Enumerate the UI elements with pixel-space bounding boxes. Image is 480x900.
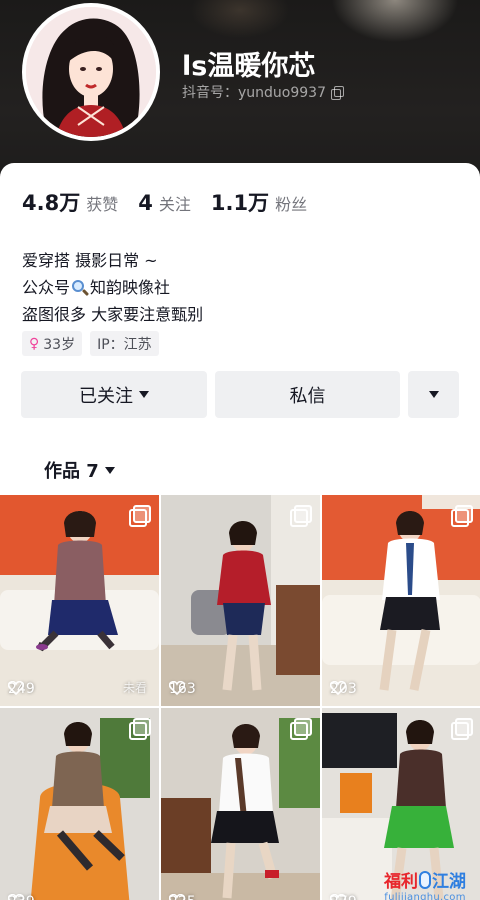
video-tile[interactable]: 225	[161, 708, 320, 900]
bio-text: 知韵映像社	[90, 278, 171, 297]
bio-line-3: 盗图很多 大家要注意甄别	[22, 305, 204, 324]
copy-icon[interactable]	[331, 86, 344, 100]
like-count: 239	[8, 894, 35, 900]
like-count: 279	[330, 894, 357, 900]
bio-text: 公众号	[22, 278, 71, 297]
like-count: 203	[330, 681, 357, 697]
like-count: 225	[169, 894, 196, 900]
douyin-id-text: 抖音号：yunduo9937	[182, 85, 326, 101]
video-grid: 249 未看 163 203 福利 江湖 fulijianghu.com	[0, 495, 480, 900]
profile-header: ls温暖你芯 抖音号：yunduo9937	[0, 0, 480, 185]
magnifier-emoji-icon	[71, 279, 90, 297]
caret-down-icon	[139, 391, 149, 398]
mouse-icon	[419, 870, 431, 889]
multi-image-icon	[451, 718, 473, 740]
followed-label: 已关注	[79, 385, 133, 407]
caret-down-icon	[428, 391, 439, 398]
heart-icon	[169, 681, 185, 695]
works-label: 作品 7	[44, 461, 99, 482]
stat-likes[interactable]: 4.8万 获赞	[22, 187, 118, 217]
stat-following[interactable]: 4 关注	[138, 191, 191, 215]
heart-icon	[169, 894, 185, 900]
followed-button[interactable]: 已关注	[21, 371, 207, 418]
heart-icon	[330, 681, 346, 695]
bio-line-2: 公众号 知韵映像社	[22, 274, 203, 301]
more-button[interactable]	[408, 371, 459, 418]
video-tile[interactable]: 249 未看	[0, 495, 159, 706]
age-text: 33岁	[43, 336, 76, 353]
bio-line-1: 爱穿搭 摄影日常 ~	[22, 251, 158, 270]
stat-value: 4.8万	[22, 191, 81, 215]
ip-text: IP：江苏	[97, 336, 152, 353]
watermark-url: fulijianghu.com	[384, 892, 466, 900]
stat-value: 4	[138, 191, 153, 215]
message-label: 私信	[289, 385, 326, 407]
female-icon: ♀	[29, 335, 40, 352]
ip-tag: IP：江苏	[90, 331, 159, 356]
watermark-part1: 福利	[384, 872, 418, 892]
watermark-logo: 福利 江湖	[377, 867, 473, 892]
watermark-part2: 江湖	[432, 872, 466, 892]
heart-icon	[8, 681, 24, 695]
nickname: ls温暖你芯	[182, 51, 316, 82]
video-tile[interactable]: 203	[322, 495, 480, 706]
video-tile[interactable]: 163	[161, 495, 320, 706]
douyin-id[interactable]: 抖音号：yunduo9937	[182, 82, 344, 102]
stat-label: 获赞	[86, 195, 119, 214]
like-count: 249	[8, 681, 35, 697]
site-watermark: 福利 江湖 fulijianghu.com	[377, 867, 473, 900]
like-count: 163	[169, 681, 196, 697]
multi-image-icon	[129, 718, 151, 740]
heart-icon	[330, 894, 346, 900]
avatar-illustration	[26, 7, 156, 137]
action-buttons: 已关注 私信	[21, 371, 459, 418]
video-tile[interactable]: 279 福利 江湖 fulijianghu.com	[322, 708, 480, 900]
unseen-label: 未看	[122, 681, 147, 695]
stats-row: 4.8万 获赞 4 关注 1.1万 粉丝	[22, 187, 327, 217]
bio: 爱穿搭 摄影日常 ~ 公众号 知韵映像社 盗图很多 大家要注意甄别	[22, 247, 203, 328]
caret-down-icon	[104, 466, 115, 474]
stat-label: 关注	[158, 195, 191, 214]
video-tile[interactable]: 239	[0, 708, 159, 900]
multi-image-icon	[129, 505, 151, 527]
avatar[interactable]	[22, 3, 160, 141]
heart-icon	[8, 894, 24, 900]
stat-label: 粉丝	[275, 195, 308, 214]
message-button[interactable]: 私信	[215, 371, 400, 418]
tab-works[interactable]: 作品 7	[44, 457, 115, 483]
multi-image-icon	[451, 505, 473, 527]
age-tag: ♀ 33岁	[22, 331, 83, 356]
stat-followers[interactable]: 1.1万 粉丝	[211, 187, 307, 217]
multi-image-icon	[290, 505, 312, 527]
multi-image-icon	[290, 718, 312, 740]
profile-tags: ♀ 33岁 IP：江苏	[22, 331, 159, 356]
stat-value: 1.1万	[210, 191, 270, 215]
